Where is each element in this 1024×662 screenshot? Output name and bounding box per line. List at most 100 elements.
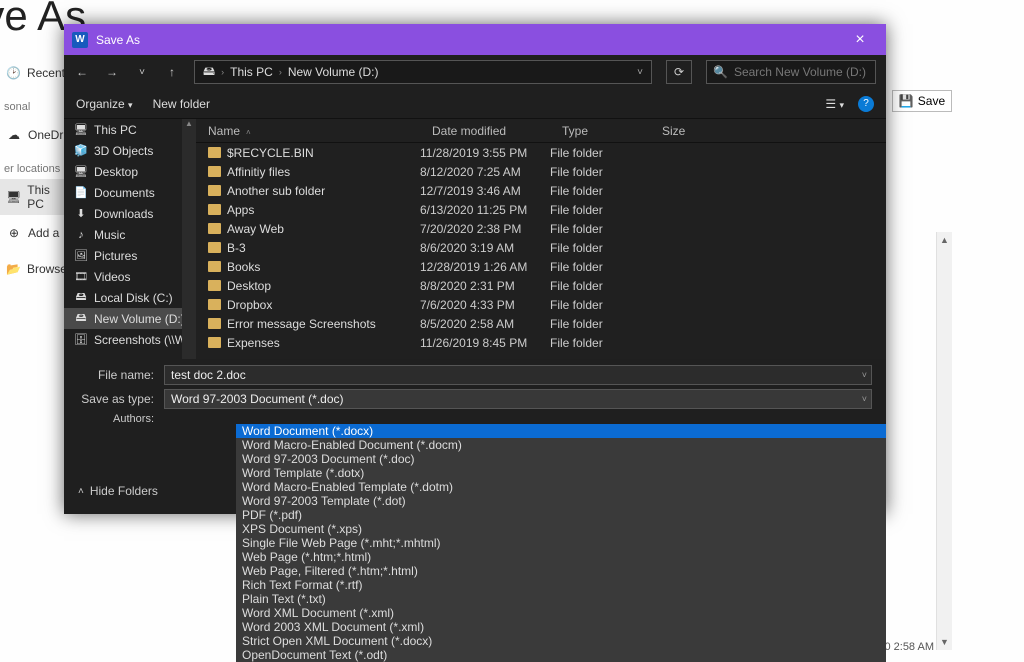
add-place-row[interactable]: ⊕ Add a bbox=[0, 215, 64, 251]
save-label: Save bbox=[918, 94, 945, 108]
file-list[interactable]: Name˄ Date modified Type Size $RECYCLE.B… bbox=[196, 119, 886, 359]
file-row[interactable]: Expenses11/26/2019 8:45 PMFile folder bbox=[196, 333, 886, 352]
nav-forward-icon[interactable]: → bbox=[104, 65, 120, 79]
file-row[interactable]: Books12/28/2019 1:26 AMFile folder bbox=[196, 257, 886, 276]
tree-item[interactable]: 🖥 This PC bbox=[64, 119, 196, 140]
folder-icon bbox=[208, 147, 221, 158]
tree-scrollbar[interactable]: ▲ bbox=[182, 119, 196, 359]
folder-icon bbox=[208, 223, 221, 234]
save-type-option[interactable]: PDF (*.pdf) bbox=[236, 508, 886, 522]
file-row[interactable]: Desktop8/8/2020 2:31 PMFile folder bbox=[196, 276, 886, 295]
save-type-option[interactable]: Word Document (*.docx) bbox=[236, 424, 886, 438]
save-type-option[interactable]: Web Page (*.htm;*.html) bbox=[236, 550, 886, 564]
file-name: Affinitiy files bbox=[227, 165, 290, 179]
col-type[interactable]: Type bbox=[550, 124, 650, 138]
refresh-icon: ⟳ bbox=[674, 65, 684, 79]
chevron-down-icon[interactable]: ˅ bbox=[862, 394, 867, 404]
scroll-track[interactable] bbox=[937, 248, 952, 634]
browse-row[interactable]: 📂 Browse bbox=[0, 251, 64, 287]
save-type-option[interactable]: XPS Document (*.xps) bbox=[236, 522, 886, 536]
file-row[interactable]: Away Web7/20/2020 2:38 PMFile folder bbox=[196, 219, 886, 238]
onedrive-label: OneDr bbox=[28, 128, 63, 142]
file-row[interactable]: Error message Screenshots8/5/2020 2:58 A… bbox=[196, 314, 886, 333]
view-button[interactable]: ☰ ▾ bbox=[825, 97, 844, 111]
file-date: 12/28/2019 1:26 AM bbox=[420, 260, 550, 274]
nav-up-icon[interactable]: ↑ bbox=[164, 65, 180, 79]
save-type-option[interactable]: Word 97-2003 Template (*.dot) bbox=[236, 494, 886, 508]
dialog-titlebar[interactable]: W Save As × bbox=[64, 24, 886, 55]
tree-item[interactable]: ♪Music bbox=[64, 224, 196, 245]
save-type-option[interactable]: Word Macro-Enabled Template (*.dotm) bbox=[236, 480, 886, 494]
file-list-header[interactable]: Name˄ Date modified Type Size bbox=[196, 119, 886, 143]
onedrive-row[interactable]: ☁ OneDr bbox=[0, 117, 64, 153]
save-type-option[interactable]: Web Page, Filtered (*.htm;*.html) bbox=[236, 564, 886, 578]
save-type-label: Save as type: bbox=[78, 392, 164, 406]
nav-back-icon[interactable]: ← bbox=[74, 65, 90, 79]
address-bar[interactable]: 🖴 › This PC › New Volume (D:) ˅ bbox=[194, 60, 652, 84]
tree-item[interactable]: 🖥Desktop bbox=[64, 161, 196, 182]
chevron-down-icon[interactable]: ˅ bbox=[862, 370, 867, 380]
save-type-option[interactable]: Single File Web Page (*.mht;*.mhtml) bbox=[236, 536, 886, 550]
tree-item[interactable]: 🧊3D Objects bbox=[64, 140, 196, 161]
disk-icon: 🖴 bbox=[74, 312, 88, 326]
file-type: File folder bbox=[550, 298, 650, 312]
help-button[interactable]: ? bbox=[858, 96, 874, 112]
recent-row[interactable]: 🕑 Recent bbox=[0, 55, 64, 91]
dialog-title: Save As bbox=[96, 33, 140, 47]
file-name-input[interactable]: test doc 2.doc˅ bbox=[164, 365, 872, 385]
file-row[interactable]: $RECYCLE.BIN11/28/2019 3:55 PMFile folde… bbox=[196, 143, 886, 162]
save-button[interactable]: 💾 Save bbox=[892, 90, 952, 112]
folder-icon bbox=[208, 242, 221, 253]
close-icon[interactable]: × bbox=[842, 31, 878, 49]
col-name[interactable]: Name˄ bbox=[196, 124, 420, 138]
scroll-down-icon[interactable]: ▼ bbox=[937, 634, 952, 650]
tree-item[interactable]: 🖼Pictures bbox=[64, 245, 196, 266]
file-row[interactable]: Dropbox7/6/2020 4:33 PMFile folder bbox=[196, 295, 886, 314]
file-type: File folder bbox=[550, 336, 650, 350]
tree-item[interactable]: 🗄Screenshots (\\W bbox=[64, 329, 196, 350]
word-backstage-sidebar: 🕑 Recent sonal ☁ OneDr er locations 🖥 Th… bbox=[0, 55, 64, 287]
sort-asc-icon: ˄ bbox=[246, 128, 251, 137]
col-date[interactable]: Date modified bbox=[420, 124, 550, 138]
col-size[interactable]: Size bbox=[650, 124, 886, 138]
nav-recent-icon[interactable]: ˅ bbox=[134, 67, 150, 78]
save-type-option[interactable]: Word XML Document (*.xml) bbox=[236, 606, 886, 620]
hide-folders-button[interactable]: ˄ Hide Folders bbox=[78, 484, 158, 498]
save-type-option[interactable]: Plain Text (*.txt) bbox=[236, 592, 886, 606]
search-input[interactable]: 🔍 Search New Volume (D:) bbox=[706, 60, 876, 84]
thispc-row[interactable]: 🖥 This PC bbox=[0, 179, 64, 215]
address-history-icon[interactable]: ˅ bbox=[637, 67, 643, 78]
scrollbar[interactable]: ▲ ▼ bbox=[936, 232, 952, 650]
tree-item[interactable]: 📄Documents bbox=[64, 182, 196, 203]
pic-icon: 🖼 bbox=[74, 249, 88, 263]
tree-item[interactable]: 🖴New Volume (D:) bbox=[64, 308, 196, 329]
crumb-drive[interactable]: New Volume (D:) bbox=[288, 65, 379, 79]
save-type-option[interactable]: Strict Open XML Document (*.docx) bbox=[236, 634, 886, 648]
save-type-option[interactable]: Word Macro-Enabled Document (*.docm) bbox=[236, 438, 886, 452]
crumb-thispc[interactable]: This PC bbox=[230, 65, 273, 79]
pc-icon: 🖥 bbox=[74, 123, 88, 137]
save-type-option[interactable]: Word Template (*.dotx) bbox=[236, 466, 886, 480]
save-type-combo[interactable]: Word 97-2003 Document (*.doc)˅ bbox=[164, 389, 872, 409]
file-name-label: File name: bbox=[78, 368, 164, 382]
save-type-option[interactable]: Rich Text Format (*.rtf) bbox=[236, 578, 886, 592]
tree-item[interactable]: 🖴Local Disk (C:) bbox=[64, 287, 196, 308]
tree-item[interactable]: 🎞Videos bbox=[64, 266, 196, 287]
organize-button[interactable]: Organize ▾ bbox=[76, 97, 133, 111]
tree-item[interactable]: ⬇Downloads bbox=[64, 203, 196, 224]
file-row[interactable]: Apps6/13/2020 11:25 PMFile folder bbox=[196, 200, 886, 219]
tree-item-label: This PC bbox=[94, 123, 137, 137]
save-type-option[interactable]: OpenDocument Text (*.odt) bbox=[236, 648, 886, 662]
new-folder-button[interactable]: New folder bbox=[153, 97, 210, 111]
scroll-up-icon[interactable]: ▲ bbox=[937, 232, 952, 248]
save-type-option[interactable]: Word 2003 XML Document (*.xml) bbox=[236, 620, 886, 634]
refresh-button[interactable]: ⟳ bbox=[666, 60, 692, 84]
file-row[interactable]: Another sub folder12/7/2019 3:46 AMFile … bbox=[196, 181, 886, 200]
file-row[interactable]: B-38/6/2020 3:19 AMFile folder bbox=[196, 238, 886, 257]
save-type-dropdown[interactable]: Word Document (*.docx)Word Macro-Enabled… bbox=[236, 424, 886, 662]
pc-icon: 🖥 bbox=[6, 189, 21, 205]
save-type-option[interactable]: Word 97-2003 Document (*.doc) bbox=[236, 452, 886, 466]
file-row[interactable]: Affinitiy files8/12/2020 7:25 AMFile fol… bbox=[196, 162, 886, 181]
nav-tree[interactable]: ▲ 🖥 This PC 🧊3D Objects🖥Desktop📄Documents⬇… bbox=[64, 119, 196, 359]
authors-label: Authors: bbox=[78, 413, 164, 425]
